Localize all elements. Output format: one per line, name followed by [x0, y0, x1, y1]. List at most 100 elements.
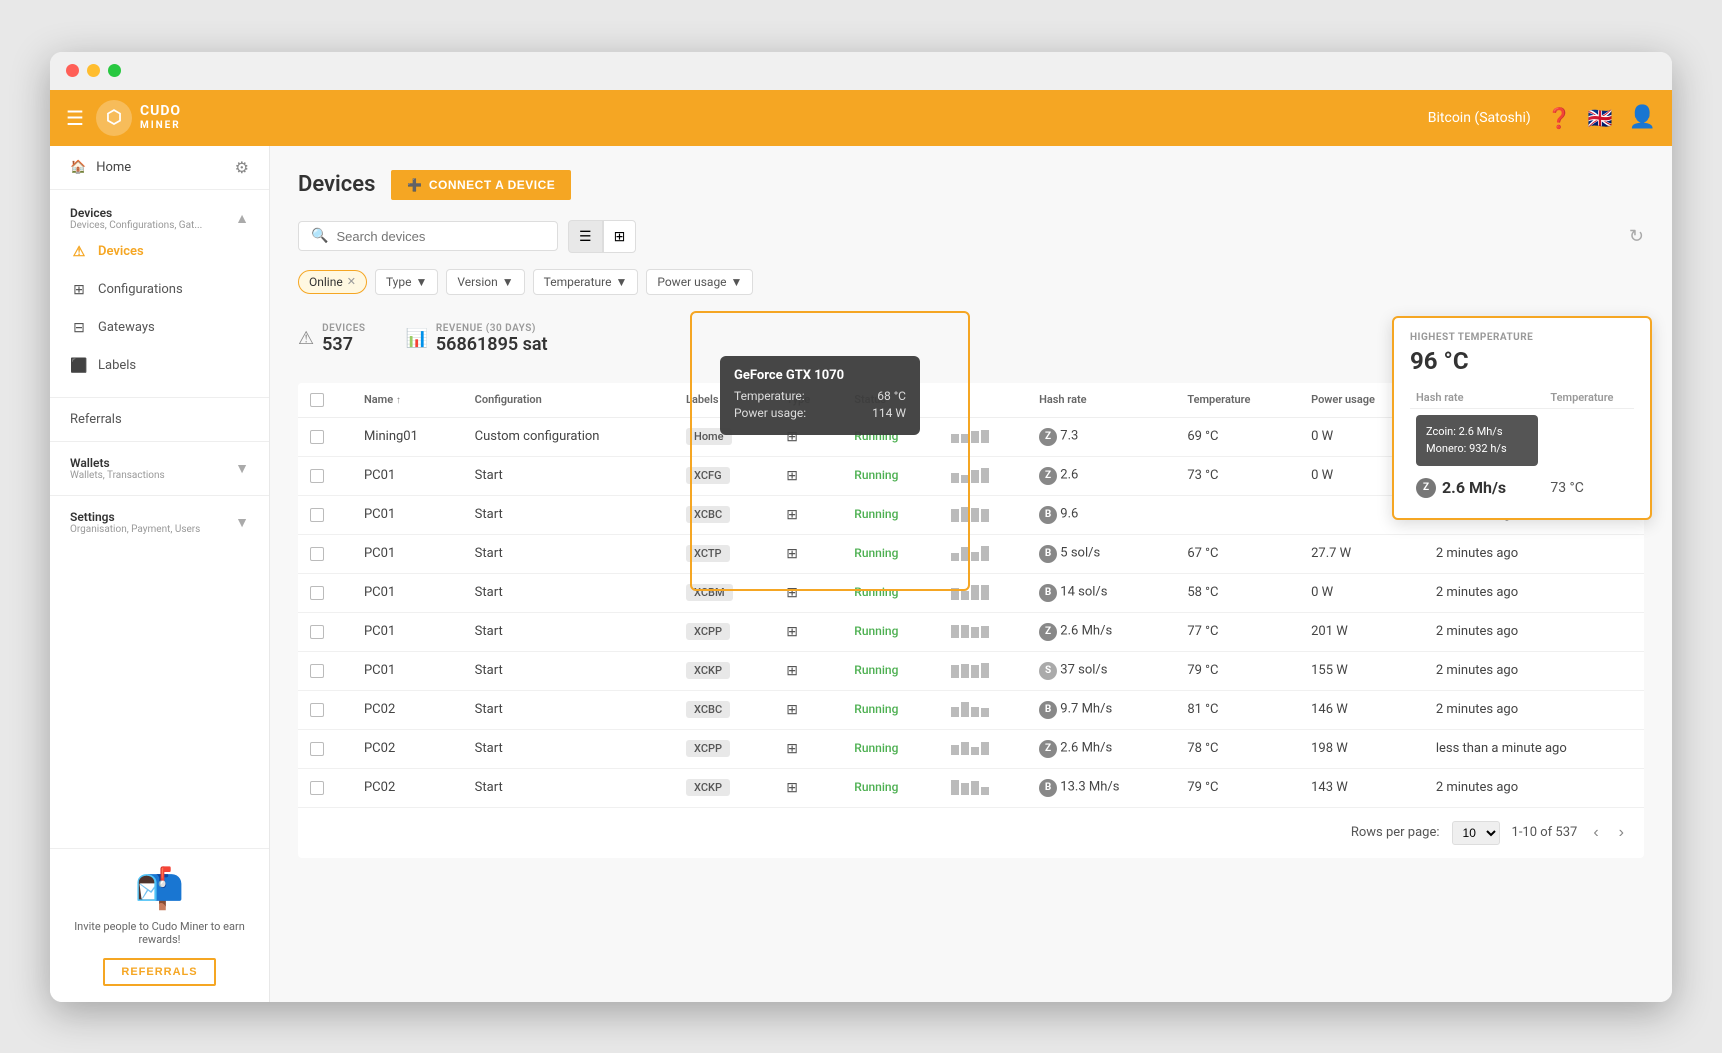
row-checkbox[interactable] — [310, 586, 324, 600]
cell-type: ⊞ — [774, 612, 842, 651]
top-navbar: ☰ ⬡ CUDO MINER Bitcoin (Satoshi) ❓ 🇬🇧 👤 — [50, 90, 1672, 146]
sidebar-item-configurations[interactable]: ⊞ Configurations — [50, 271, 269, 309]
col-temp[interactable]: Temperature — [1175, 383, 1299, 418]
row-checkbox[interactable] — [310, 547, 324, 561]
settings-icon[interactable]: ⚙ — [235, 158, 249, 177]
temperature-filter[interactable]: Temperature ▼ — [533, 269, 639, 295]
os-icon: ⊞ — [786, 546, 798, 562]
os-icon: ⊞ — [786, 702, 798, 718]
currency-selector[interactable]: Bitcoin (Satoshi) — [1428, 110, 1531, 126]
search-input[interactable] — [336, 229, 545, 244]
hp-hash-row: Z 2.6 Mh/s — [1416, 478, 1538, 498]
version-chevron-icon: ▼ — [502, 275, 514, 289]
col-type[interactable]: Type — [774, 383, 842, 418]
sidebar-item-labels[interactable]: ⬛ Labels — [50, 347, 269, 385]
devices-label: Devices — [98, 244, 144, 259]
sidebar-item-referrals[interactable]: Referrals — [50, 402, 269, 437]
row-checkbox[interactable] — [310, 703, 324, 717]
cell-name: PC01 — [352, 495, 463, 534]
os-icon: ⊞ — [786, 624, 798, 640]
table-row[interactable]: PC02 Start XCPP ⊞ Running Z 2.6 Mh/s 78 … — [298, 729, 1644, 768]
close-btn[interactable] — [66, 64, 79, 77]
row-checkbox[interactable] — [310, 469, 324, 483]
row-checkbox[interactable] — [310, 625, 324, 639]
referrals-button[interactable]: REFERRALS — [103, 958, 215, 986]
version-filter[interactable]: Version ▼ — [446, 269, 524, 295]
cell-power: 198 W — [1299, 729, 1424, 768]
maximize-btn[interactable] — [108, 64, 121, 77]
sidebar-item-gateways[interactable]: ⊟ Gateways — [50, 309, 269, 347]
table-row[interactable]: PC02 Start XCKP ⊞ Running B 13.3 Mh/s 79… — [298, 768, 1644, 807]
cell-type: ⊞ — [774, 417, 842, 456]
cell-lastseen: 2 minutes ago — [1424, 768, 1644, 807]
col-hashrate[interactable]: Hash rate — [1027, 383, 1175, 418]
cell-name: PC01 — [352, 534, 463, 573]
power-filter[interactable]: Power usage ▼ — [646, 269, 753, 295]
col-config[interactable]: Configuration — [463, 383, 674, 418]
pagination: Rows per page: 10 25 50 1-10 of 537 ‹ › — [298, 808, 1644, 858]
cell-lastseen: 2 minutes ago — [1424, 690, 1644, 729]
sidebar-item-devices[interactable]: ⚠ Devices — [50, 233, 269, 271]
cell-label: XCPP — [674, 612, 774, 651]
hash-coin-icon: Z — [1039, 428, 1057, 446]
row-checkbox[interactable] — [310, 781, 324, 795]
home-label: Home — [96, 160, 131, 175]
table-row[interactable]: PC01 Start XCBM ⊞ Running B 14 sol/s 58 … — [298, 573, 1644, 612]
referrals-cta-text: Invite people to Cudo Miner to earn rewa… — [66, 920, 253, 946]
settings-title: Settings — [70, 510, 200, 524]
cell-label: XCBC — [674, 495, 774, 534]
select-all-checkbox[interactable] — [310, 393, 324, 407]
connect-device-button[interactable]: ➕ CONNECT A DEVICE — [391, 170, 571, 200]
sidebar-wallets[interactable]: Wallets Wallets, Transactions ▼ — [50, 446, 269, 491]
sidebar-devices-header[interactable]: Devices Devices, Configurations, Gat... … — [50, 198, 269, 233]
list-view-button[interactable]: ☰ — [568, 220, 603, 253]
cell-status: Running — [842, 651, 939, 690]
language-flag[interactable]: 🇬🇧 — [1588, 106, 1613, 130]
online-filter-chip[interactable]: Online ✕ — [298, 270, 367, 294]
cell-hashrate: S 37 sol/s — [1027, 651, 1175, 690]
sidebar-item-home[interactable]: 🏠 Home ⚙ — [50, 146, 269, 190]
hp-table: Hash rate Temperature Zcoin: 2.6 Mh/s Mo… — [1410, 387, 1634, 504]
referrals-image: 📬 — [66, 865, 253, 912]
cell-label: XCBM — [674, 573, 774, 612]
user-avatar[interactable]: 👤 — [1629, 105, 1656, 130]
table-row[interactable]: PC01 Start XCKP ⊞ Running S 37 sol/s 79 … — [298, 651, 1644, 690]
online-chip-remove[interactable]: ✕ — [347, 275, 356, 288]
cell-temp — [1175, 495, 1299, 534]
hamburger-menu[interactable]: ☰ — [66, 106, 84, 130]
row-checkbox[interactable] — [310, 508, 324, 522]
col-status[interactable]: Status — [842, 383, 939, 418]
cell-name: PC01 — [352, 651, 463, 690]
help-icon[interactable]: ❓ — [1547, 106, 1572, 130]
os-icon: ⊞ — [786, 468, 798, 484]
online-chip-label: Online — [309, 275, 343, 289]
row-checkbox[interactable] — [310, 430, 324, 444]
rows-per-page-select[interactable]: 10 25 50 — [1452, 821, 1500, 845]
next-page-button[interactable]: › — [1615, 820, 1628, 846]
cell-type: ⊞ — [774, 534, 842, 573]
refresh-button[interactable]: ↻ — [1629, 226, 1644, 247]
type-filter[interactable]: Type ▼ — [375, 269, 438, 295]
row-checkbox[interactable] — [310, 742, 324, 756]
cell-name: PC02 — [352, 690, 463, 729]
grid-view-button[interactable]: ⊞ — [603, 220, 637, 253]
page-range: 1-10 of 537 — [1512, 825, 1578, 840]
os-icon: ⊞ — [786, 585, 798, 601]
col-name[interactable]: Name ↑ — [352, 383, 463, 418]
temperature-label: Temperature — [544, 275, 612, 289]
minimize-btn[interactable] — [87, 64, 100, 77]
cell-temp: 79 °C — [1175, 768, 1299, 807]
row-checkbox[interactable] — [310, 664, 324, 678]
hp-title: HIGHEST TEMPERATURE — [1410, 332, 1634, 343]
type-chevron-icon: ▼ — [415, 275, 427, 289]
col-labels[interactable]: Labels — [674, 383, 774, 418]
search-box[interactable]: 🔍 — [298, 221, 558, 251]
home-icon: 🏠 — [70, 160, 86, 175]
table-row[interactable]: PC01 Start XCTP ⊞ Running B 5 sol/s 67 °… — [298, 534, 1644, 573]
table-row[interactable]: PC01 Start XCPP ⊞ Running Z 2.6 Mh/s 77 … — [298, 612, 1644, 651]
cell-label: Home — [674, 417, 774, 456]
cell-type: ⊞ — [774, 573, 842, 612]
prev-page-button[interactable]: ‹ — [1589, 820, 1602, 846]
table-row[interactable]: PC02 Start XCBC ⊞ Running B 9.7 Mh/s 81 … — [298, 690, 1644, 729]
sidebar-settings[interactable]: Settings Organisation, Payment, Users ▼ — [50, 500, 269, 545]
